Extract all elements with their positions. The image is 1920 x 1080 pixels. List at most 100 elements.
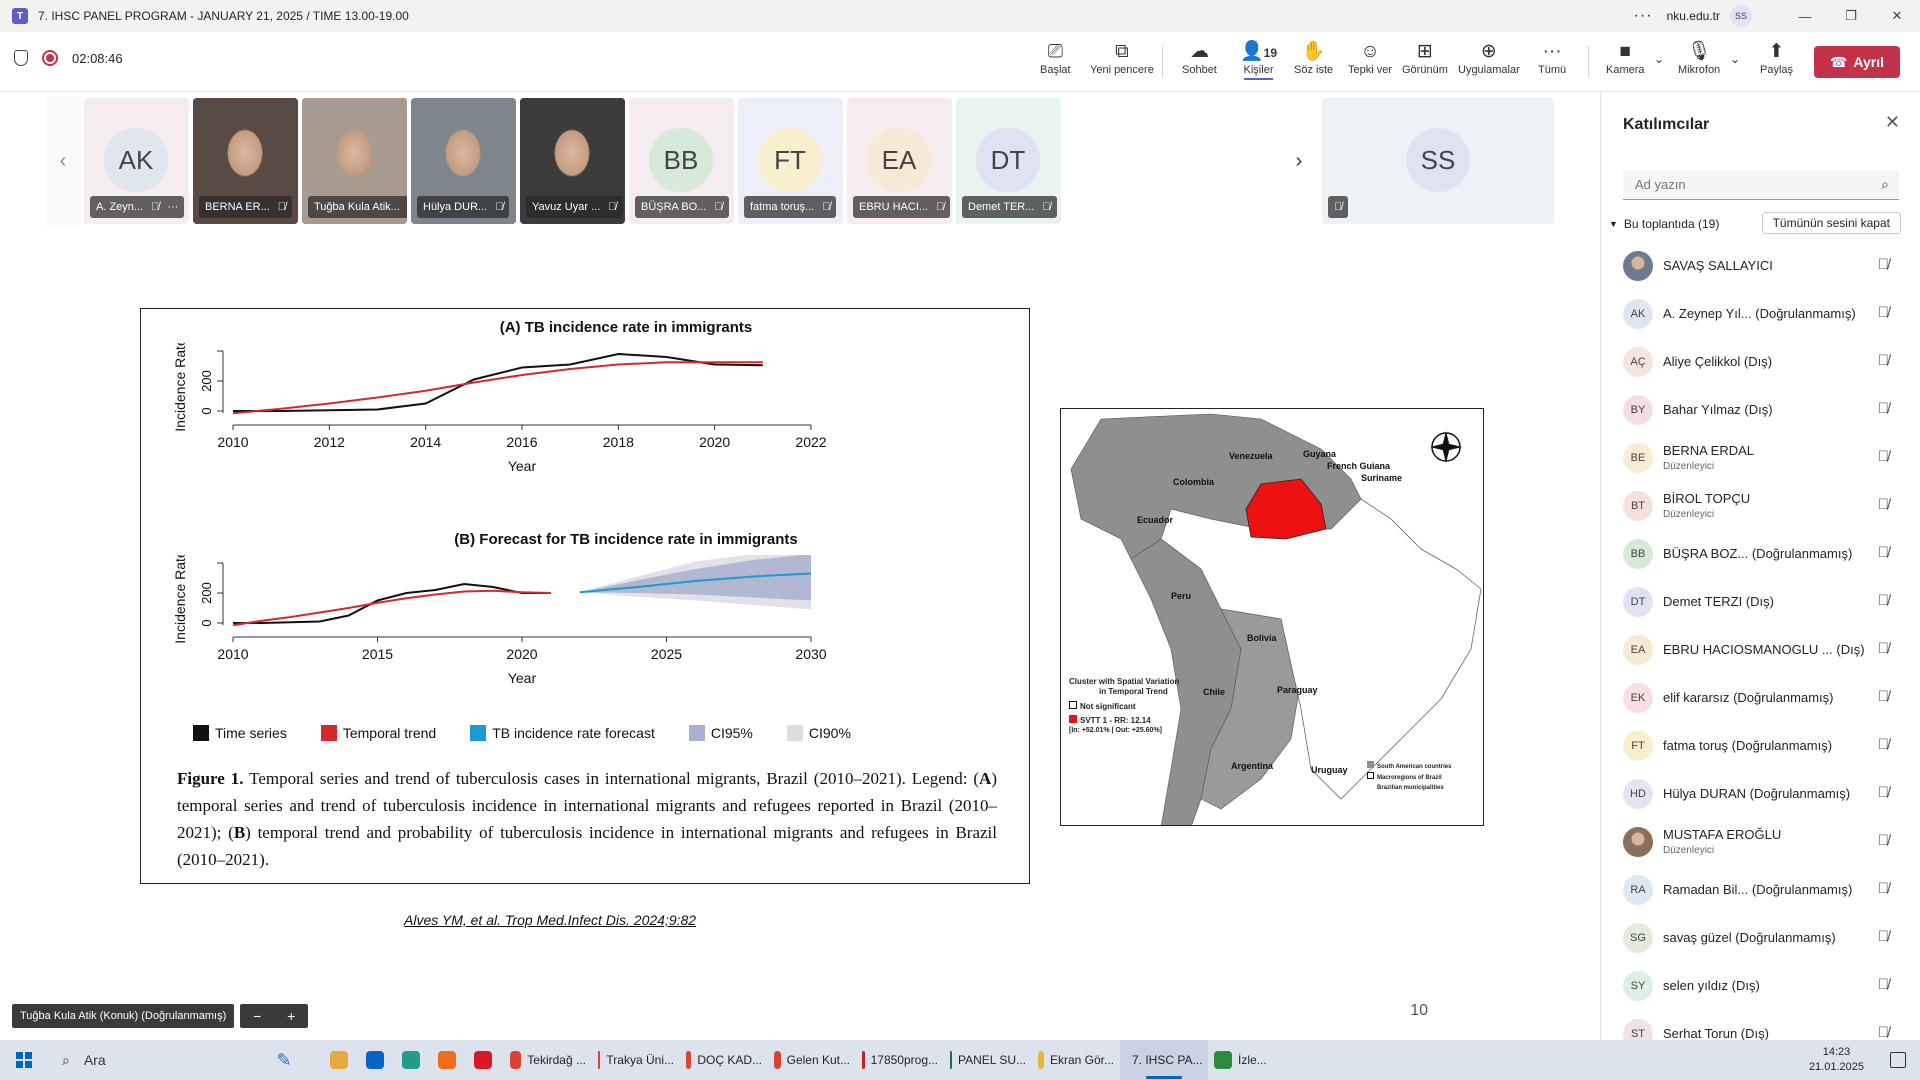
- participant-video-tile[interactable]: DT Demet TER... 🎙̸: [956, 98, 1061, 224]
- participant-row[interactable]: EK elif kararsız (Doğrulanmamış) 🎙̸: [1601, 674, 1920, 722]
- participant-row[interactable]: AK A. Zeynep Yıl... (Doğrulanmamış) 🎙̸: [1601, 290, 1920, 338]
- participant-video-tile[interactable]: EA EBRU HACI... 🎙̸: [847, 98, 952, 224]
- participant-row[interactable]: BE BERNA ERDAL Düzenleyici 🎙̸: [1601, 434, 1920, 482]
- in-meeting-section[interactable]: ▼ Bu toplantıda (19) Tümünün sesini kapa…: [1609, 212, 1909, 236]
- mic-off-icon[interactable]: 🎙̸: [1878, 304, 1889, 321]
- mute-all-button[interactable]: Tümünün sesini kapat: [1761, 212, 1901, 234]
- taskbar-app[interactable]: DOÇ KAD...: [680, 1040, 768, 1080]
- participant-row[interactable]: SAVAŞ SALLAYICI 🎙̸: [1601, 242, 1920, 290]
- taskbar-app[interactable]: 17850prog...: [856, 1040, 944, 1080]
- mic-off-icon[interactable]: 🎙̸: [1878, 736, 1889, 753]
- participant-row[interactable]: DT Demet TERZI (Dış) 🎙̸: [1601, 578, 1920, 626]
- mic-off-icon[interactable]: 🎙̸: [1878, 544, 1889, 561]
- people-button[interactable]: 👤19 Kişiler: [1240, 40, 1277, 80]
- camera-options-chevron[interactable]: ⌄: [1654, 52, 1664, 66]
- apps-button[interactable]: ⊕ Uygulamalar: [1458, 40, 1520, 76]
- mic-off-icon[interactable]: 🎙̸: [1878, 496, 1889, 513]
- notification-icon[interactable]: [1890, 1052, 1906, 1068]
- participant-row[interactable]: BT BİROL TOPÇU Düzenleyici 🎙̸: [1601, 482, 1920, 530]
- start-button[interactable]: [0, 1040, 48, 1080]
- mic-off-icon[interactable]: 🎙̸: [1878, 400, 1889, 417]
- participant-video-tile[interactable]: Tuğba Kula Atik...🎙̸: [302, 98, 407, 224]
- taskbar-app[interactable]: [468, 1040, 504, 1080]
- mic-off-icon[interactable]: 🎙̸: [1878, 448, 1889, 465]
- participant-row[interactable]: SG savaş güzel (Doğrulanmamış) 🎙̸: [1601, 914, 1920, 962]
- mic-off-icon[interactable]: 🎙̸: [1878, 976, 1889, 993]
- microphone-button[interactable]: 🎙 Mikrofon: [1678, 40, 1720, 76]
- close-window-icon[interactable]: ✕: [1874, 0, 1920, 32]
- participant-row[interactable]: AÇ Aliye Çelikkol (Dış) 🎙̸: [1601, 338, 1920, 386]
- taskbar-app[interactable]: Trakya Üni...: [592, 1040, 680, 1080]
- start-presenting-button[interactable]: ⎚ Başlat: [1040, 40, 1071, 76]
- participant-name: Demet TERZI (Dış): [1663, 594, 1774, 609]
- taskbar-app[interactable]: [324, 1040, 360, 1080]
- participant-search-input[interactable]: Ad yazın ⌕: [1623, 170, 1899, 200]
- mic-options-chevron[interactable]: ⌄: [1730, 52, 1740, 66]
- participant-video-tile[interactable]: BB BÜŞRA BO... 🎙̸: [629, 98, 734, 224]
- close-icon[interactable]: ✕: [1885, 112, 1900, 133]
- camera-button[interactable]: ■ Kamera: [1606, 40, 1645, 76]
- view-button[interactable]: ⊞ Görünüm: [1402, 40, 1448, 76]
- participant-row[interactable]: BB BÜŞRA BOZ... (Doğrulanmamış) 🎙̸: [1601, 530, 1920, 578]
- mic-off-icon[interactable]: 🎙̸: [1878, 784, 1889, 801]
- user-avatar[interactable]: SS: [1730, 5, 1752, 27]
- taskbar-app[interactable]: Ekran Gör...: [1032, 1040, 1120, 1080]
- strip-next-button[interactable]: ›: [1284, 96, 1314, 226]
- taskbar-app[interactable]: [396, 1040, 432, 1080]
- participant-row[interactable]: RA Ramadan Bil... (Doğrulanmamış) 🎙̸: [1601, 866, 1920, 914]
- participant-row[interactable]: SY selen yıldız (Dış) 🎙̸: [1601, 962, 1920, 1010]
- zoom-in-button[interactable]: +: [287, 1008, 295, 1024]
- shield-icon: [14, 50, 28, 66]
- title-bar: T 7. IHSC PANEL PROGRAM - JANUARY 21, 20…: [0, 0, 1920, 32]
- zoom-out-button[interactable]: −: [253, 1008, 261, 1024]
- mic-off-icon[interactable]: 🎙̸: [1878, 928, 1889, 945]
- taskbar-app[interactable]: Gelen Kut...: [768, 1040, 856, 1080]
- chat-button[interactable]: ☁ Sohbet: [1182, 40, 1217, 76]
- taskbar-app[interactable]: [432, 1040, 468, 1080]
- system-clock[interactable]: 14:23 21.01.2025: [1809, 1040, 1864, 1080]
- taskbar-app[interactable]: PANEL SU...: [944, 1040, 1032, 1080]
- participant-video-tile[interactable]: Hülya DUR... 🎙̸: [411, 98, 516, 224]
- participant-row[interactable]: BY Bahar Yılmaz (Dış) 🎙̸: [1601, 386, 1920, 434]
- more-button[interactable]: ··· Tümü: [1538, 40, 1566, 76]
- raise-hand-button[interactable]: ✋ Söz iste: [1294, 40, 1333, 76]
- folder-icon: [1038, 1051, 1044, 1069]
- taskbar-app[interactable]: İzle...: [1208, 1040, 1296, 1080]
- mic-off-icon[interactable]: 🎙̸: [1878, 640, 1889, 657]
- mic-off-icon[interactable]: 🎙̸: [1878, 832, 1889, 849]
- taskbar-app[interactable]: 7. IHSC PA...: [1120, 1040, 1208, 1080]
- participant-name: selen yıldız (Dış): [1663, 978, 1760, 993]
- participant-row[interactable]: FT fatma toruş (Doğrulanmamış) 🎙̸: [1601, 722, 1920, 770]
- participant-video-tile[interactable]: FT fatma toruş... 🎙̸: [738, 98, 843, 224]
- maximize-icon[interactable]: ❐: [1828, 0, 1874, 32]
- x-tick-label: 2014: [410, 434, 441, 450]
- taskbar-app[interactable]: [360, 1040, 396, 1080]
- widget-icon[interactable]: ✎: [244, 1040, 324, 1080]
- mic-off-icon[interactable]: 🎙̸: [1878, 352, 1889, 369]
- participant-video-tile[interactable]: AK A. Zeyn... 🎙̸ ···: [84, 98, 189, 224]
- mic-off-icon[interactable]: 🎙̸: [1878, 688, 1889, 705]
- participant-row[interactable]: ST Serhat Torun (Dış) 🎙̸: [1601, 1010, 1920, 1040]
- react-button[interactable]: ☺ Tepki ver: [1348, 40, 1392, 76]
- new-window-button[interactable]: ⧉ Yeni pencere: [1090, 40, 1154, 76]
- leave-button[interactable]: ☎ Ayrıl: [1814, 46, 1900, 78]
- taskbar-app[interactable]: Tekirdağ ...: [504, 1040, 592, 1080]
- participant-row[interactable]: HD Hülya DURAN (Doğrulanmamış) 🎙̸: [1601, 770, 1920, 818]
- series-line: [232, 361, 763, 415]
- participant-video-tile[interactable]: BERNA ER... 🎙̸: [193, 98, 298, 224]
- more-icon[interactable]: ···: [167, 201, 178, 213]
- more-options-icon[interactable]: ···: [1634, 7, 1653, 25]
- mic-off-icon[interactable]: 🎙̸: [1878, 592, 1889, 609]
- participant-video-tile[interactable]: Yavuz Uyar ... 🎙̸: [520, 98, 625, 224]
- participant-row[interactable]: MUSTAFA EROĞLU Düzenleyici 🎙̸: [1601, 818, 1920, 866]
- participant-row[interactable]: EA EBRU HACIOSMANOGLU ... (Dış) 🎙̸: [1601, 626, 1920, 674]
- minimize-icon[interactable]: —: [1782, 0, 1828, 32]
- strip-prev-button[interactable]: ‹: [46, 96, 80, 226]
- share-button[interactable]: ⬆ Paylaş: [1760, 40, 1793, 76]
- taskbar-search[interactable]: ⌕ Ara: [48, 1040, 244, 1080]
- mic-off-icon[interactable]: 🎙̸: [1878, 880, 1889, 897]
- mic-off-icon[interactable]: 🎙̸: [1878, 1024, 1889, 1040]
- self-video-tile[interactable]: SS 🎙̸: [1322, 98, 1554, 224]
- avatar: BB: [1623, 539, 1653, 569]
- mic-off-icon[interactable]: 🎙̸: [1878, 256, 1889, 273]
